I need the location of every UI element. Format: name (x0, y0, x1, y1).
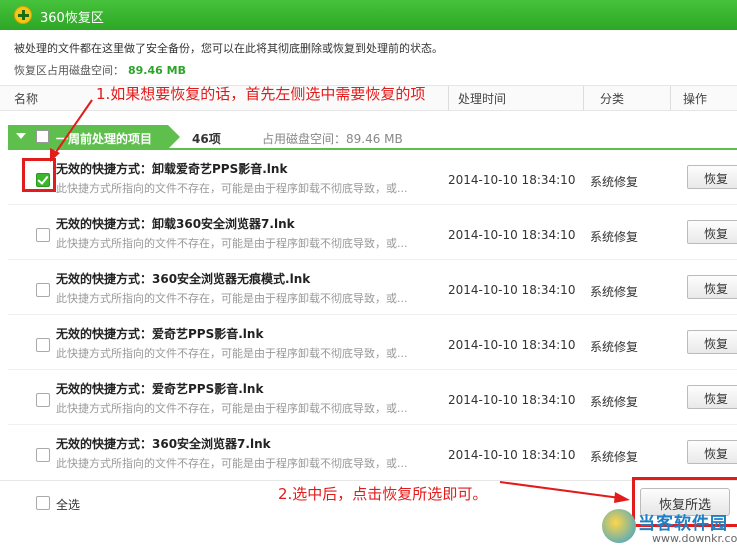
select-all-label[interactable]: 全选 (56, 496, 80, 513)
item-category: 系统修复 (590, 395, 639, 409)
list-item: 无效的快捷方式：爱奇艺PPS影音.lnk 此快捷方式所指向的文件不存在，可能是由… (0, 370, 737, 425)
select-all-checkbox[interactable] (36, 496, 50, 510)
list-item: 无效的快捷方式：360安全浏览器7.lnk 此快捷方式所指向的文件不存在，可能是… (0, 425, 737, 480)
item-name: 无效的快捷方式：爱奇艺PPS影音.lnk (56, 327, 264, 341)
item-checkbox[interactable] (36, 448, 50, 462)
item-description: 此快捷方式所指向的文件不存在，可能是由于程序卸载不彻底导致，或... (56, 237, 408, 250)
collapse-icon[interactable] (16, 133, 26, 139)
restore-button[interactable]: 恢复 (687, 220, 737, 244)
group-count: 46项 (192, 132, 221, 146)
item-description: 此快捷方式所指向的文件不存在，可能是由于程序卸载不彻底导致，或... (56, 182, 408, 195)
item-time: 2014-10-10 18:34:10 (448, 338, 576, 352)
item-category: 系统修复 (590, 285, 639, 299)
restore-button[interactable]: 恢复 (687, 385, 737, 409)
item-category: 系统修复 (590, 230, 639, 244)
disk-usage: 恢复区占用磁盘空间： 89.46 MB (14, 62, 186, 78)
item-category: 系统修复 (590, 175, 639, 189)
restore-button[interactable]: 恢复 (687, 165, 737, 189)
item-time: 2014-10-10 18:34:10 (448, 448, 576, 462)
group-checkbox[interactable] (36, 130, 49, 143)
column-divider (670, 86, 671, 110)
highlight-box-checkbox (22, 158, 56, 192)
item-name: 无效的快捷方式：360安全浏览器7.lnk (56, 437, 271, 451)
restore-button[interactable]: 恢复 (687, 330, 737, 354)
column-category[interactable]: 分类 (600, 90, 624, 107)
item-time: 2014-10-10 18:34:10 (448, 393, 576, 407)
item-category: 系统修复 (590, 450, 639, 464)
column-name[interactable]: 名称 (14, 90, 38, 107)
item-checkbox[interactable] (36, 338, 50, 352)
column-action: 操作 (683, 92, 708, 106)
column-divider (583, 86, 584, 110)
item-description: 此快捷方式所指向的文件不存在，可能是由于程序卸载不彻底导致，或... (56, 292, 408, 305)
watermark-logo-icon (602, 509, 636, 543)
item-description: 此快捷方式所指向的文件不存在，可能是由于程序卸载不彻底导致，或... (56, 347, 408, 360)
disk-usage-label: 恢复区占用磁盘空间： (14, 64, 124, 77)
watermark: 当客软件园 www.downkr.com (600, 505, 737, 550)
item-time: 2014-10-10 18:34:10 (448, 173, 576, 187)
annotation-step1: 1.如果想要恢复的话，首先左侧选中需要恢复的项 (96, 85, 426, 103)
item-checkbox[interactable] (36, 228, 50, 242)
item-time: 2014-10-10 18:34:10 (448, 228, 576, 242)
column-time[interactable]: 处理时间 (458, 90, 506, 107)
item-checkbox[interactable] (36, 393, 50, 407)
360-logo-icon (14, 6, 32, 24)
list-item: 无效的快捷方式：卸载360安全浏览器7.lnk 此快捷方式所指向的文件不存在，可… (0, 205, 737, 260)
item-name: 无效的快捷方式：卸载360安全浏览器7.lnk (56, 217, 295, 231)
annotation-step2: 2.选中后，点击恢复所选即可。 (278, 485, 488, 503)
description-text: 被处理的文件都在这里做了安全备份，您可以在此将其彻底删除或恢复到处理前的状态。 (14, 42, 443, 55)
group-disk-usage: 占用磁盘空间：89.46 MB (262, 132, 403, 146)
item-category: 系统修复 (590, 340, 639, 354)
group-label: 一周前处理的项目 (56, 132, 153, 146)
item-checkbox[interactable] (36, 283, 50, 297)
list-item: 无效的快捷方式：卸载爱奇艺PPS影音.lnk 此快捷方式所指向的文件不存在，可能… (0, 150, 737, 205)
disk-usage-value: 89.46 MB (128, 64, 186, 77)
item-name: 无效的快捷方式：爱奇艺PPS影音.lnk (56, 382, 264, 396)
watermark-url: www.downkr.com (652, 532, 737, 545)
list-item: 无效的快捷方式：360安全浏览器无痕模式.lnk 此快捷方式所指向的文件不存在，… (0, 260, 737, 315)
title-bar: 360恢复区 (0, 0, 737, 30)
item-description: 此快捷方式所指向的文件不存在，可能是由于程序卸载不彻底导致，或... (56, 457, 408, 470)
item-time: 2014-10-10 18:34:10 (448, 283, 576, 297)
window-title: 360恢复区 (40, 11, 104, 26)
item-description: 此快捷方式所指向的文件不存在，可能是由于程序卸载不彻底导致，或... (56, 402, 408, 415)
item-name: 无效的快捷方式：卸载爱奇艺PPS影音.lnk (56, 162, 288, 176)
restore-button[interactable]: 恢复 (687, 275, 737, 299)
column-divider (448, 86, 449, 110)
list-item: 无效的快捷方式：爱奇艺PPS影音.lnk 此快捷方式所指向的文件不存在，可能是由… (0, 315, 737, 370)
group-header: 一周前处理的项目 46项 占用磁盘空间：89.46 MB (0, 125, 737, 150)
restore-button[interactable]: 恢复 (687, 440, 737, 464)
footer-divider (0, 480, 737, 481)
watermark-text: 当客软件园 (638, 514, 728, 534)
arrow-to-restore (499, 481, 630, 503)
item-name: 无效的快捷方式：360安全浏览器无痕模式.lnk (56, 272, 311, 286)
